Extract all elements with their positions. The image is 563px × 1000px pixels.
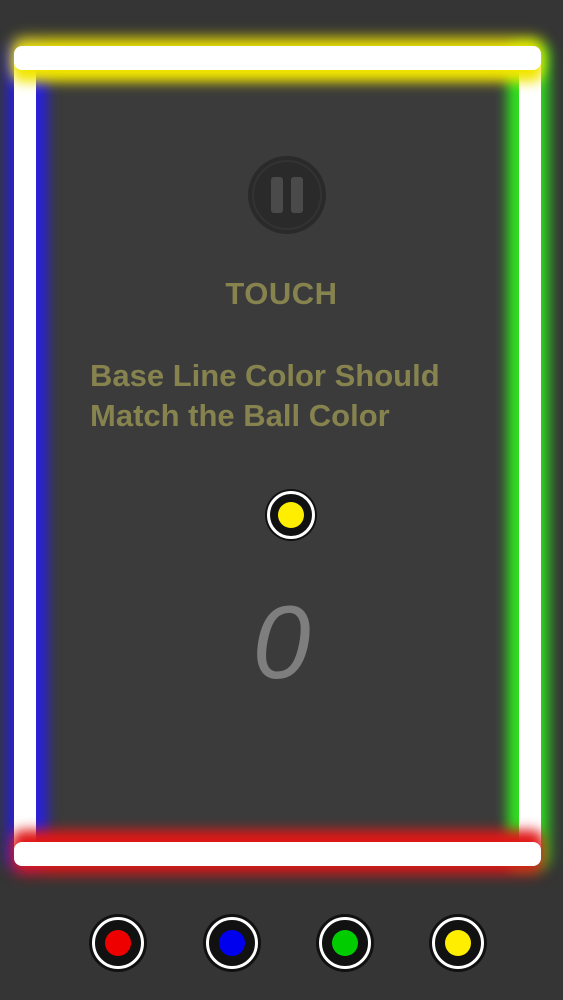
touch-hint-title: TOUCH [225, 276, 338, 311]
instruction-text: Base Line Color Should Match the Ball Co… [90, 356, 520, 436]
color-slot-blue [203, 914, 261, 972]
game-ball [265, 489, 317, 541]
pause-button-ring [252, 160, 322, 230]
yellow-button-dot [445, 930, 471, 956]
score-counter: 0 [252, 585, 311, 701]
red-color-button[interactable] [89, 914, 147, 972]
instruction-line-1: Base Line Color Should [90, 358, 440, 393]
red-button-dot [105, 930, 131, 956]
color-slot-red [89, 914, 147, 972]
color-slot-yellow [429, 914, 487, 972]
yellow-color-button[interactable] [429, 914, 487, 972]
game-ball-core [278, 502, 304, 528]
wall-top-yellow [14, 46, 541, 70]
wall-right-green [519, 46, 541, 866]
blue-color-button[interactable] [203, 914, 261, 972]
green-button-dot [332, 930, 358, 956]
instruction-line-2: Match the Ball Color [90, 398, 390, 433]
wall-left-blue [14, 46, 36, 866]
pause-button[interactable] [248, 156, 326, 234]
green-color-button[interactable] [316, 914, 374, 972]
base-line-red [14, 842, 541, 866]
color-slot-green [316, 914, 374, 972]
game-screen: TOUCH Base Line Color Should Match the B… [0, 0, 563, 1000]
blue-button-dot [219, 930, 245, 956]
